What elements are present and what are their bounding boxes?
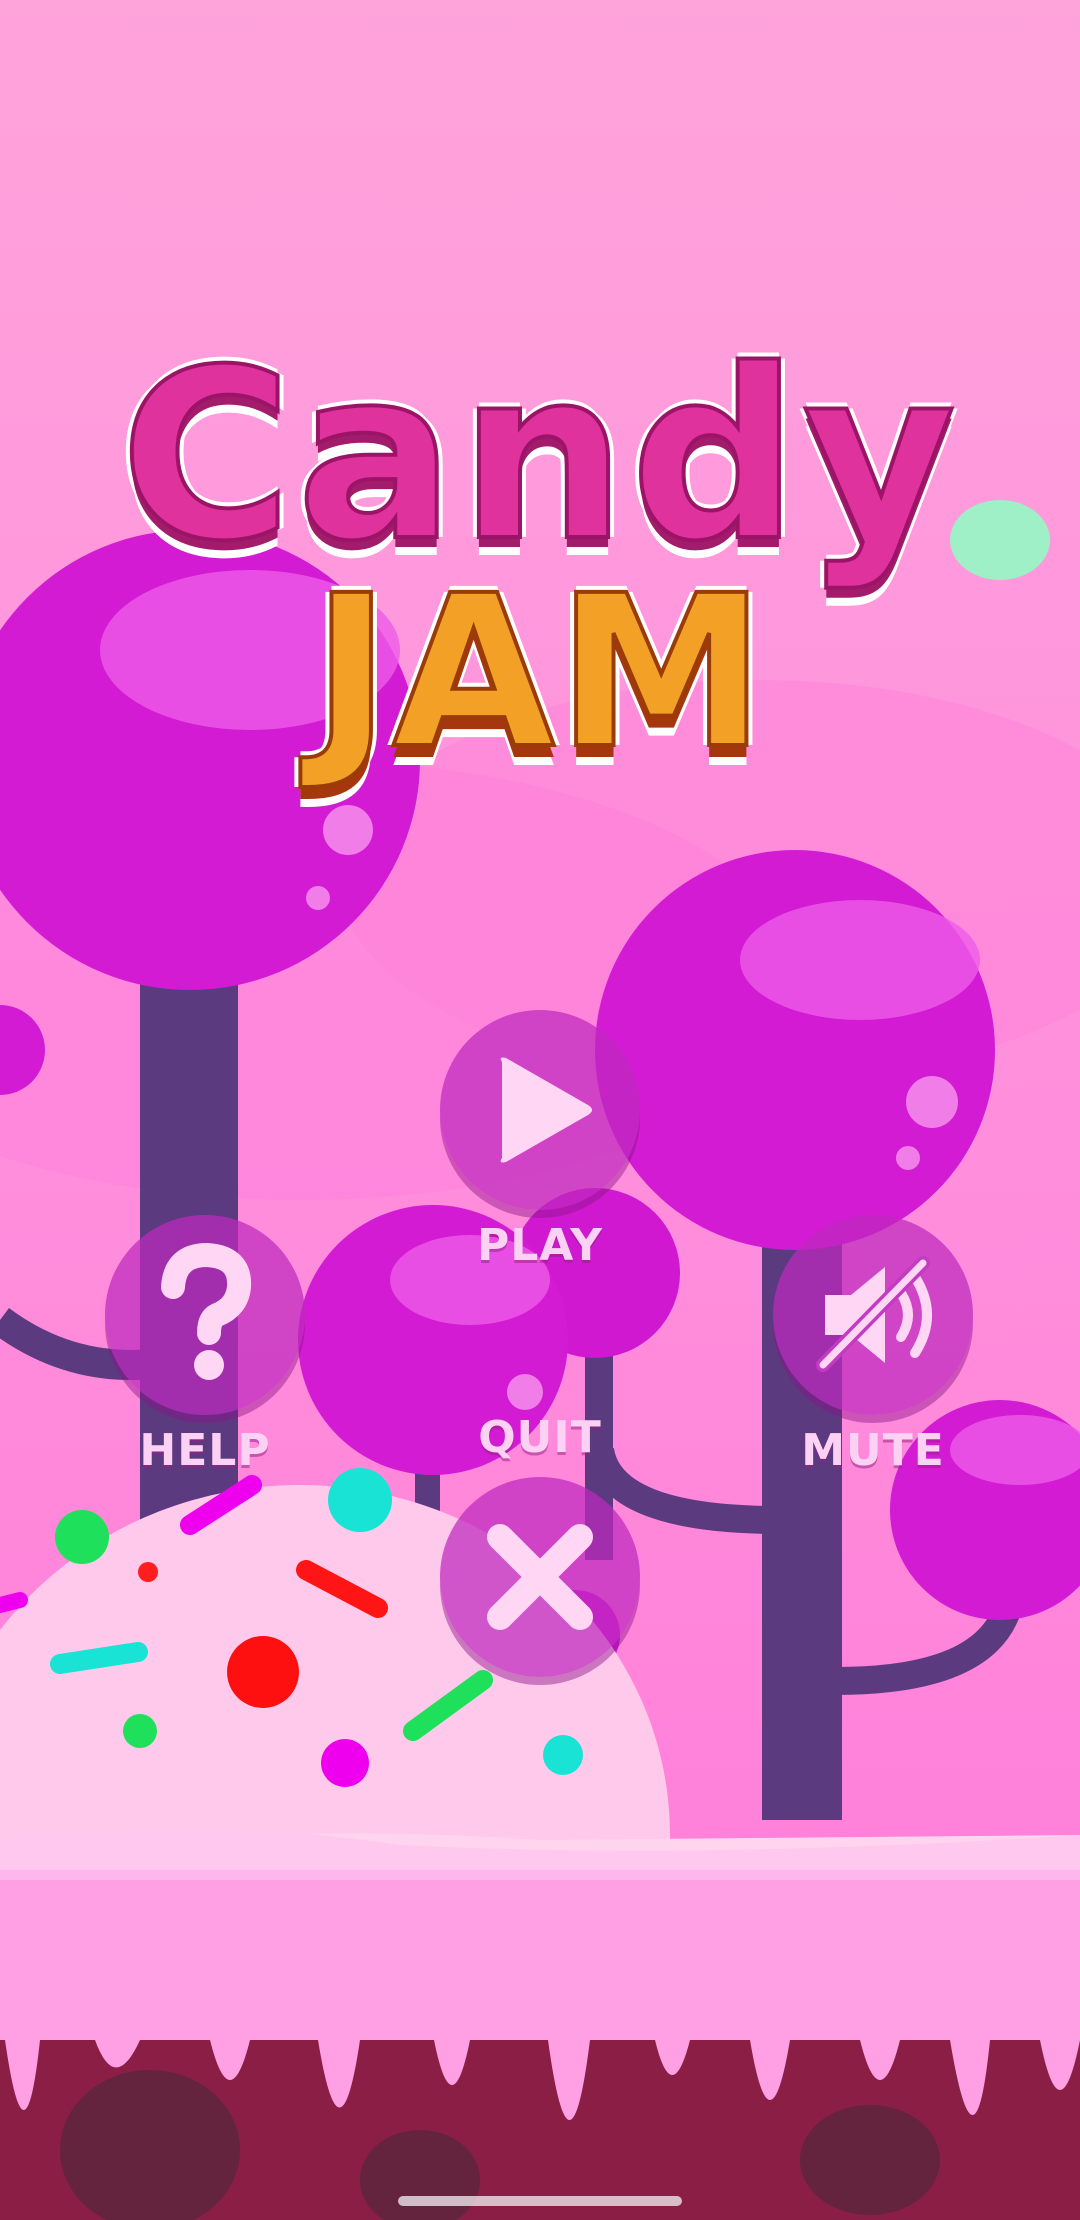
help-label: HELP	[139, 1425, 271, 1476]
question-mark-icon	[161, 1242, 252, 1380]
play-label: PLAY	[477, 1220, 603, 1271]
help-button[interactable]	[105, 1215, 305, 1415]
mute-button[interactable]	[773, 1215, 973, 1415]
logo-title-jam: JAM	[310, 548, 768, 797]
game-menu-screen: Candy JAM PLAY HELP MUTE QUIT	[0, 0, 1080, 2220]
close-icon	[487, 1524, 593, 1630]
play-button[interactable]	[440, 1010, 640, 1210]
play-icon	[500, 1057, 592, 1163]
game-logo: Candy JAM	[0, 300, 1080, 820]
quit-button[interactable]	[440, 1477, 640, 1677]
home-indicator[interactable]	[398, 2196, 682, 2206]
speaker-muted-icon	[816, 1256, 932, 1372]
mute-label: MUTE	[801, 1425, 945, 1476]
quit-label: QUIT	[478, 1412, 602, 1463]
